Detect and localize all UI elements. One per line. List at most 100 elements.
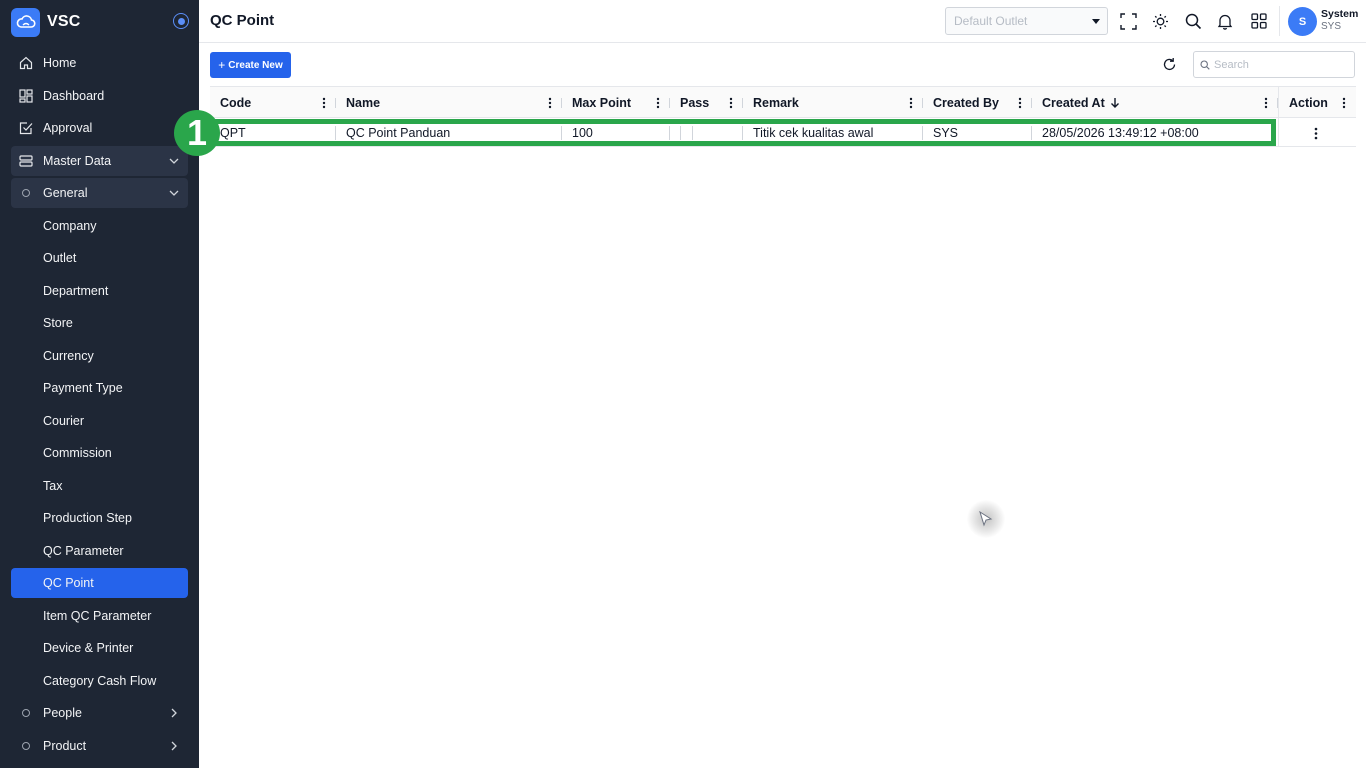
data-table: Code Name Max Point Pass Remark Created … xyxy=(210,86,1356,147)
column-menu-icon[interactable] xyxy=(1018,97,1022,109)
cell-name: QC Point Panduan xyxy=(346,125,451,140)
table-row[interactable]: QPT QC Point Panduan 100 Titik cek kuali… xyxy=(210,118,1356,147)
dashboard-icon xyxy=(18,88,34,104)
search-field[interactable] xyxy=(1193,51,1355,78)
sidebar-item-label: Home xyxy=(43,56,77,70)
sidebar-item-store[interactable]: Store xyxy=(11,308,188,338)
sun-icon[interactable] xyxy=(1150,11,1170,31)
cell-code: QPT xyxy=(220,125,246,140)
cell-remark: Titik cek kualitas awal xyxy=(753,125,874,140)
sidebar-nav: Home Dashboard Approval Master Data Gene… xyxy=(11,48,188,763)
sidebar-item-commission[interactable]: Commission xyxy=(11,438,188,468)
column-header-label: Max Point xyxy=(572,95,632,110)
refresh-icon[interactable] xyxy=(1161,56,1178,73)
database-icon xyxy=(18,153,34,169)
sidebar-item-dashboard[interactable]: Dashboard xyxy=(11,81,188,111)
sidebar-item-department[interactable]: Department xyxy=(11,276,188,306)
circle-icon xyxy=(18,185,34,201)
sidebar-item-home[interactable]: Home xyxy=(11,48,188,78)
sidebar-item-label: Outlet xyxy=(43,251,77,265)
sidebar-item-people[interactable]: People xyxy=(11,698,188,728)
column-header-action[interactable]: Action xyxy=(1278,87,1356,118)
sidebar-item-company[interactable]: Company xyxy=(11,211,188,241)
create-new-button[interactable]: + Create New xyxy=(210,52,291,78)
sidebar-item-tax[interactable]: Tax xyxy=(11,471,188,501)
sidebar-item-production-step[interactable]: Production Step xyxy=(11,503,188,533)
sidebar-item-label: Tax xyxy=(43,478,63,493)
app-name: VSC xyxy=(47,13,81,30)
sidebar-item-label: Commission xyxy=(43,446,112,460)
column-menu-icon[interactable] xyxy=(729,97,733,109)
column-header-created-by[interactable]: Created By xyxy=(923,87,1032,118)
sidebar-item-general[interactable]: General xyxy=(11,178,188,208)
user-code: SYS xyxy=(1321,21,1342,32)
sidebar-item-device-printer[interactable]: Device & Printer xyxy=(11,633,188,663)
sidebar-item-label: Dashboard xyxy=(43,88,105,103)
sidebar-item-approval[interactable]: Approval xyxy=(11,113,188,143)
sidebar-item-qc-parameter[interactable]: QC Parameter xyxy=(11,536,188,566)
column-header-label: Remark xyxy=(753,95,799,110)
column-menu-icon[interactable] xyxy=(909,97,913,109)
brand: VSC xyxy=(11,7,189,37)
cell-created-by: SYS xyxy=(933,125,959,140)
sidebar-item-payment-type[interactable]: Payment Type xyxy=(11,373,188,403)
column-header-pass[interactable]: Pass xyxy=(670,87,743,118)
column-header-max-point[interactable]: Max Point xyxy=(562,87,670,118)
table-header: Code Name Max Point Pass Remark Created … xyxy=(210,86,1356,118)
step-number-badge: 1 xyxy=(174,110,220,156)
column-header-name[interactable]: Name xyxy=(336,87,562,118)
fullscreen-icon[interactable] xyxy=(1118,11,1138,31)
column-menu-icon[interactable] xyxy=(322,97,326,109)
search-input[interactable] xyxy=(1214,56,1349,74)
sidebar-item-master-data[interactable]: Master Data xyxy=(11,145,188,176)
column-header-label: Name xyxy=(346,95,381,110)
column-menu-icon[interactable] xyxy=(1264,97,1268,109)
cell-pass xyxy=(670,118,743,147)
user-name[interactable]: System xyxy=(1321,8,1358,20)
sort-descending-icon[interactable] xyxy=(1110,97,1120,108)
sidebar-item-item-qc-parameter[interactable]: Item QC Parameter xyxy=(11,601,188,631)
sidebar-item-label: Currency xyxy=(43,348,94,363)
circle-icon xyxy=(18,705,34,721)
cell-action xyxy=(1278,118,1356,147)
chevron-right-icon xyxy=(171,708,177,718)
sidebar: VSC Home Dashboard Approval Master Data … xyxy=(0,0,199,768)
cell-max-point: 100 xyxy=(572,125,593,140)
sidebar-item-label: Device & Printer xyxy=(43,641,134,655)
column-menu-icon[interactable] xyxy=(1342,97,1346,109)
sidebar-item-label: Item QC Parameter xyxy=(43,608,152,623)
column-header-label: Pass xyxy=(680,95,710,110)
home-icon xyxy=(18,55,34,71)
sidebar-item-label: People xyxy=(43,706,82,720)
bell-icon[interactable] xyxy=(1215,11,1235,31)
column-menu-icon[interactable] xyxy=(548,97,552,109)
column-header-code[interactable]: Code xyxy=(210,87,336,118)
sidebar-item-outlet[interactable]: Outlet xyxy=(11,243,188,273)
search-icon[interactable] xyxy=(1183,11,1203,31)
sidebar-item-label: Product xyxy=(43,738,87,753)
outlet-select[interactable]: Default Outlet xyxy=(945,7,1108,35)
apps-grid-icon[interactable] xyxy=(1249,11,1269,31)
more-vertical-icon[interactable] xyxy=(1314,127,1318,140)
avatar[interactable]: S xyxy=(1288,7,1317,36)
sidebar-pin-icon[interactable] xyxy=(173,13,189,29)
column-menu-icon[interactable] xyxy=(656,97,660,109)
sidebar-item-label: Category Cash Flow xyxy=(43,673,157,688)
sidebar-item-label: General xyxy=(43,186,88,200)
plus-icon: + xyxy=(218,58,226,72)
sidebar-item-category-cash-flow[interactable]: Category Cash Flow xyxy=(11,666,188,696)
sidebar-item-qc-point[interactable]: QC Point xyxy=(11,568,188,598)
header-divider xyxy=(1279,6,1280,36)
create-new-label: Create New xyxy=(228,59,283,71)
sidebar-item-currency[interactable]: Currency xyxy=(11,341,188,371)
column-header-remark[interactable]: Remark xyxy=(743,87,923,118)
column-header-created-at[interactable]: Created At xyxy=(1032,87,1278,118)
chevron-down-icon xyxy=(169,190,179,196)
sidebar-item-label: Store xyxy=(43,316,73,330)
search-icon xyxy=(1200,60,1210,70)
sidebar-item-courier[interactable]: Courier xyxy=(11,406,188,436)
column-header-label: Created By xyxy=(933,95,999,110)
column-header-label: Action xyxy=(1289,95,1328,110)
sidebar-item-product[interactable]: Product xyxy=(11,731,188,761)
sidebar-item-label: Department xyxy=(43,283,109,298)
